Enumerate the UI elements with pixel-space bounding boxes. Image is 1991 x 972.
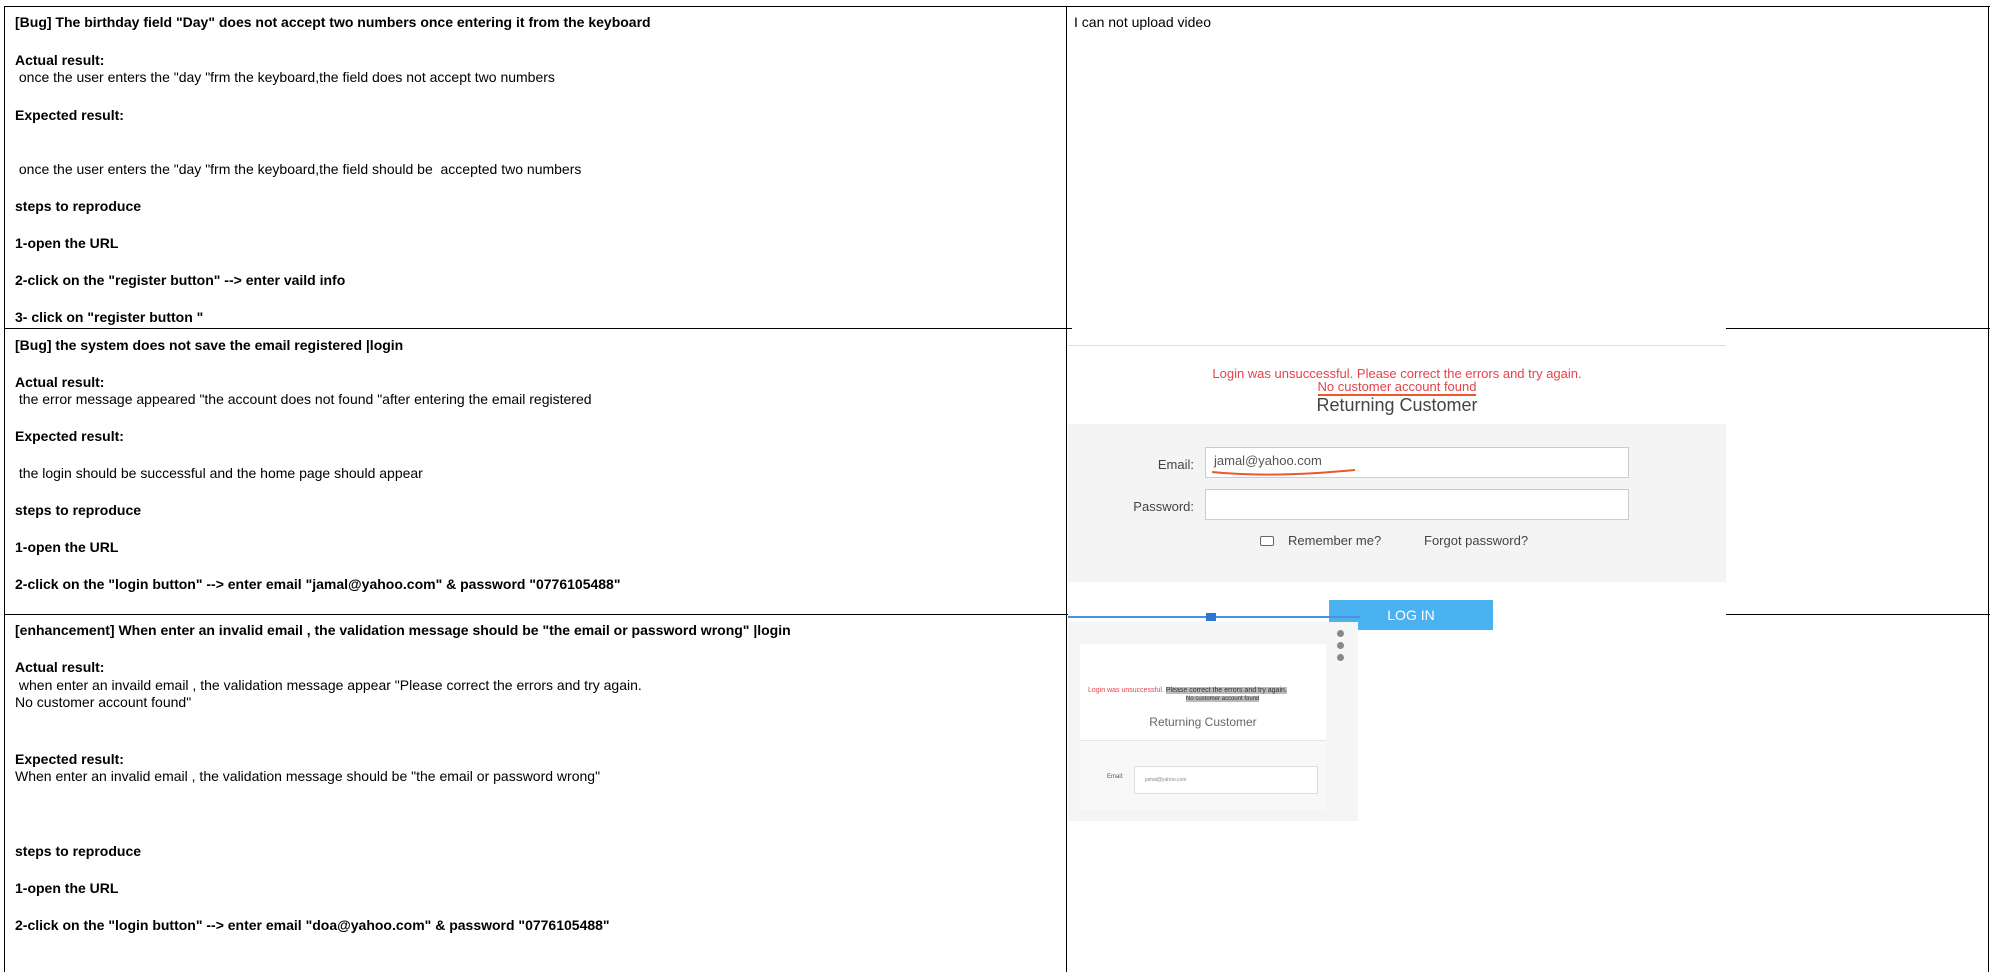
step-1: 1-open the URL bbox=[15, 880, 119, 896]
bug-title: [enhancement] When enter an invalid emai… bbox=[15, 622, 791, 638]
email-underline-annotation bbox=[1211, 469, 1356, 476]
no-account-message: No customer account found bbox=[1068, 379, 1726, 396]
no-video-note: I can not upload video bbox=[1074, 14, 1211, 30]
login-screenshot: Login was unsuccessful. Please correct t… bbox=[1068, 345, 1726, 631]
login-form: Email: jamal@yahoo.com Password: Remembe… bbox=[1068, 424, 1726, 582]
actual-result-label: Actual result: bbox=[15, 659, 105, 675]
table-border-right bbox=[1988, 6, 1989, 972]
steps-label: steps to reproduce bbox=[15, 843, 142, 859]
column-divider bbox=[1066, 6, 1067, 972]
more-options-dot-1 bbox=[1337, 630, 1344, 637]
remember-me-label: Remember me? bbox=[1288, 533, 1382, 548]
step-2: 2-click on the "login button" --> enter … bbox=[15, 917, 610, 933]
small-login-panel: Login was unsuccessful. Please correct t… bbox=[1080, 644, 1326, 810]
expected-result-text: When enter an invalid email , the valida… bbox=[15, 768, 601, 784]
email-label: Email: bbox=[1157, 457, 1194, 472]
small-error-part2: Please correct the errors and try again. bbox=[1165, 687, 1287, 694]
small-email-field: jamal@yahoo.com bbox=[1134, 766, 1318, 794]
login-header: Login was unsuccessful. Please correct t… bbox=[1068, 345, 1726, 425]
small-email-value: jamal@yahoo.com bbox=[1145, 777, 1187, 783]
more-options-dot-2 bbox=[1337, 642, 1344, 649]
no-account-text: No customer account found bbox=[1317, 379, 1477, 396]
small-error-part1: Login was unsuccessful. bbox=[1088, 687, 1164, 694]
password-label: Password: bbox=[1133, 499, 1194, 514]
blue-handle bbox=[1206, 613, 1216, 621]
returning-customer-heading: Returning Customer bbox=[1316, 395, 1478, 415]
password-field[interactable] bbox=[1205, 489, 1629, 520]
row-divider-1-right bbox=[1726, 328, 1990, 329]
row-divider-2-right bbox=[1726, 614, 1990, 615]
small-email-label: Email: bbox=[1107, 774, 1124, 780]
expected-result-label: Expected result: bbox=[15, 751, 124, 767]
table-border-left bbox=[4, 6, 5, 972]
remember-me-checkbox[interactable] bbox=[1260, 536, 1274, 546]
more-options-dot-3 bbox=[1337, 654, 1344, 661]
actual-result-text-2: No customer account found" bbox=[15, 694, 192, 710]
actual-result-text: when enter an invaild email , the valida… bbox=[15, 677, 642, 693]
small-no-account: No customer account found bbox=[1186, 696, 1260, 702]
bug-report-3: [enhancement] When enter an invalid emai… bbox=[15, 0, 1060, 972]
small-login-screenshot: Login was unsuccessful. Please correct t… bbox=[1068, 622, 1358, 821]
forgot-password-link[interactable]: Forgot password? bbox=[1424, 533, 1528, 548]
small-heading: Returning Customer bbox=[1149, 715, 1257, 729]
small-error-line: Login was unsuccessful. Please correct t… bbox=[1088, 687, 1324, 694]
